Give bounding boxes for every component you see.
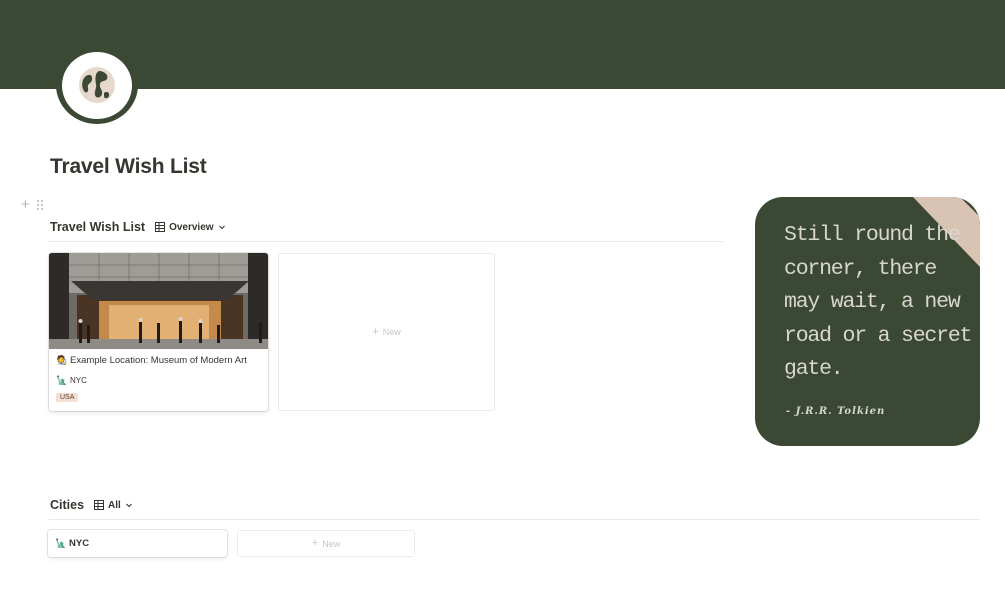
- cities-db-title[interactable]: Cities: [50, 498, 84, 512]
- table-icon: [94, 500, 105, 510]
- artist-icon: 🧑‍🎨: [56, 355, 68, 365]
- chevron-down-icon: [218, 225, 225, 230]
- globe-icon: [79, 67, 115, 103]
- card-city-label: NYC: [70, 376, 87, 385]
- city-card[interactable]: 🗽 NYC: [48, 530, 227, 557]
- new-label: New: [322, 538, 341, 549]
- chevron-down-icon: [125, 503, 132, 508]
- table-icon: [155, 222, 166, 232]
- new-gallery-card-button[interactable]: + New: [278, 253, 495, 411]
- travel-db-title[interactable]: Travel Wish List: [50, 220, 145, 234]
- page-title[interactable]: Travel Wish List: [50, 155, 207, 179]
- page-icon[interactable]: [56, 46, 138, 124]
- cities-db-divider: [49, 519, 980, 520]
- page-cover[interactable]: [0, 0, 1005, 89]
- plus-icon: +: [372, 325, 379, 338]
- statue-of-liberty-icon: 🗽: [55, 538, 67, 548]
- plus-icon[interactable]: +: [21, 197, 30, 212]
- quote-text: Still round the corner, there may wait, …: [784, 223, 972, 381]
- museum-entrance-image: [49, 253, 268, 349]
- card-name: Example Location: Museum of Modern Art: [70, 355, 247, 366]
- cities-db-header: Cities All: [50, 498, 133, 512]
- travel-view-label: Overview: [169, 221, 214, 233]
- quote-card: Still round the corner, there may wait, …: [755, 197, 980, 446]
- cities-view-switcher[interactable]: All: [94, 500, 133, 511]
- quote-author: - J.R.R. Tolkien: [786, 406, 886, 417]
- gallery-card[interactable]: 🧑‍🎨 Example Location: Museum of Modern A…: [49, 253, 268, 411]
- travel-view-switcher[interactable]: Overview: [155, 222, 225, 233]
- plus-icon: +: [311, 537, 319, 549]
- city-name: NYC: [69, 538, 90, 549]
- drag-handle-icon[interactable]: [36, 199, 44, 211]
- cities-view-label: All: [108, 499, 121, 511]
- block-controls: +: [21, 197, 44, 212]
- country-tag: USA: [56, 393, 79, 402]
- card-city-relation[interactable]: 🗽 NYC: [56, 375, 261, 386]
- statue-of-liberty-icon: 🗽: [56, 375, 68, 385]
- new-city-button[interactable]: + New: [237, 530, 415, 557]
- new-label: New: [382, 327, 401, 337]
- travel-db-header: Travel Wish List Overview: [50, 220, 226, 234]
- travel-db-divider: [49, 241, 724, 242]
